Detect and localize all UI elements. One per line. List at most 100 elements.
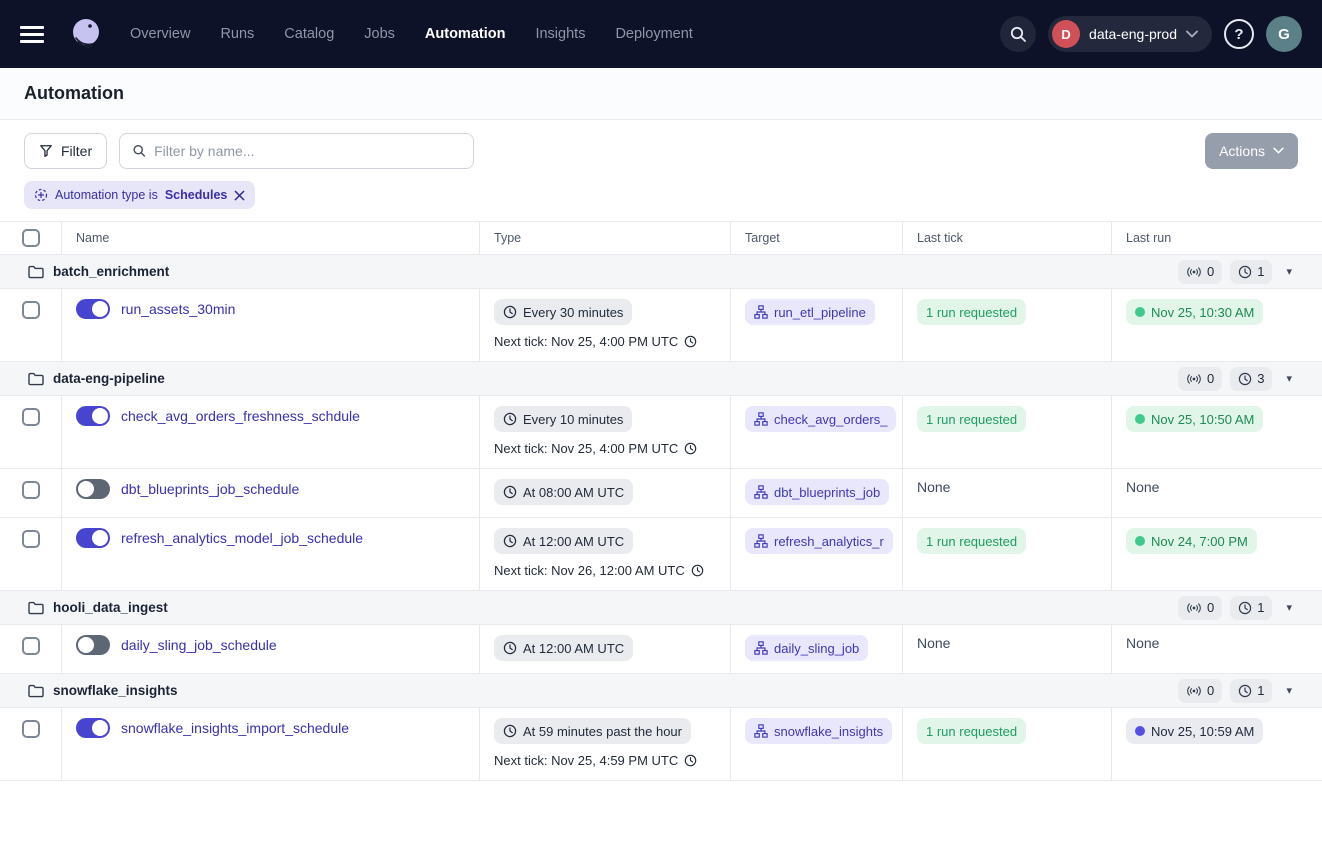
schedule-name-link[interactable]: snowflake_insights_import_schedule (121, 720, 349, 736)
group-name: snowflake_insights (53, 683, 178, 698)
schedule-toggle[interactable] (76, 299, 110, 319)
target-job-name: dbt_blueprints_job (774, 485, 880, 500)
group-row-snowflake-insights[interactable]: snowflake_insights 0 1 ▾ (0, 674, 1322, 708)
clock-icon (503, 412, 517, 426)
column-header-last-run: Last run (1112, 222, 1322, 254)
sensor-count: 0 (1207, 264, 1214, 279)
actions-button[interactable]: Actions (1205, 133, 1298, 169)
nav-item-automation[interactable]: Automation (425, 26, 506, 42)
table-row: dbt_blueprints_job_schedule At 08:00 AM … (0, 469, 1322, 518)
top-nav: Overview Runs Catalog Jobs Automation In… (0, 0, 1322, 68)
schedule-name-link[interactable]: refresh_analytics_model_job_schedule (121, 530, 363, 546)
nav-item-runs[interactable]: Runs (220, 26, 254, 42)
group-row-data-eng-pipeline[interactable]: data-eng-pipeline 0 3 ▾ (0, 362, 1322, 396)
collapse-caret-icon[interactable]: ▾ (1280, 263, 1298, 280)
collapse-caret-icon[interactable]: ▾ (1280, 599, 1298, 616)
name-filter-box (119, 133, 474, 169)
target-job-pill[interactable]: run_etl_pipeline (745, 299, 875, 325)
automation-type-filter-chip[interactable]: Automation type is Schedules (24, 181, 255, 209)
last-run-status[interactable]: Nov 25, 10:30 AM (1126, 299, 1263, 325)
select-all-checkbox[interactable] (22, 229, 40, 247)
group-name: hooli_data_ingest (53, 600, 168, 615)
schedule-toggle[interactable] (76, 528, 110, 548)
last-tick-status[interactable]: 1 run requested (917, 299, 1026, 325)
nav-item-deployment[interactable]: Deployment (615, 26, 692, 42)
schedule-interval-pill: At 12:00 AM UTC (494, 528, 633, 554)
nav-item-catalog[interactable]: Catalog (284, 26, 334, 42)
group-row-batch-enrichment[interactable]: batch_enrichment 0 1 ▾ (0, 255, 1322, 289)
group-row-hooli-data-ingest[interactable]: hooli_data_ingest 0 1 ▾ (0, 591, 1322, 625)
schedule-interval: Every 30 minutes (523, 305, 623, 320)
row-checkbox[interactable] (22, 481, 40, 499)
help-icon[interactable]: ? (1224, 19, 1254, 49)
search-icon[interactable] (1000, 16, 1036, 52)
target-job-pill[interactable]: daily_sling_job (745, 635, 868, 661)
target-job-name: snowflake_insights (774, 724, 883, 739)
nav-item-overview[interactable]: Overview (130, 26, 190, 42)
run-success-dot (1135, 536, 1145, 546)
last-tick-status[interactable]: 1 run requested (917, 528, 1026, 554)
schedule-interval-pill: At 12:00 AM UTC (494, 635, 633, 661)
active-filters-row: Automation type is Schedules (0, 181, 1322, 222)
schedule-interval: At 08:00 AM UTC (523, 485, 624, 500)
last-tick-none: None (917, 477, 950, 495)
last-tick-status[interactable]: 1 run requested (917, 406, 1026, 432)
schedule-toggle[interactable] (76, 479, 110, 499)
row-checkbox[interactable] (22, 637, 40, 655)
schedule-name-link[interactable]: daily_sling_job_schedule (121, 637, 277, 653)
menu-icon[interactable] (20, 20, 48, 48)
job-graph-icon (754, 724, 768, 738)
group-name: batch_enrichment (53, 264, 169, 279)
filter-chip-prefix: Automation type is (55, 188, 158, 202)
remove-filter-icon[interactable] (234, 190, 245, 201)
schedule-name-link[interactable]: dbt_blueprints_job_schedule (121, 481, 299, 497)
sensor-count-badge: 0 (1178, 679, 1222, 703)
table-row: snowflake_insights_import_schedule At 59… (0, 708, 1322, 781)
target-job-pill[interactable]: refresh_analytics_r (745, 528, 893, 554)
nav-item-insights[interactable]: Insights (535, 26, 585, 42)
schedule-toggle[interactable] (76, 406, 110, 426)
dagster-logo-icon[interactable] (66, 14, 106, 54)
automation-page: Overview Runs Catalog Jobs Automation In… (0, 0, 1322, 846)
row-checkbox[interactable] (22, 301, 40, 319)
workspace-name: data-eng-prod (1089, 26, 1177, 42)
row-checkbox[interactable] (22, 530, 40, 548)
target-job-pill[interactable]: snowflake_insights (745, 718, 892, 744)
last-tick-status[interactable]: 1 run requested (917, 718, 1026, 744)
schedule-toggle[interactable] (76, 635, 110, 655)
automation-icon (34, 188, 48, 202)
name-filter-input[interactable] (154, 143, 461, 159)
last-run-status[interactable]: Nov 25, 10:59 AM (1126, 718, 1263, 744)
last-run-status[interactable]: Nov 24, 7:00 PM (1126, 528, 1257, 554)
row-checkbox[interactable] (22, 408, 40, 426)
collapse-caret-icon[interactable]: ▾ (1280, 682, 1298, 699)
schedule-toggle[interactable] (76, 718, 110, 738)
collapse-caret-icon[interactable]: ▾ (1280, 370, 1298, 387)
workspace-switcher[interactable]: D data-eng-prod (1048, 16, 1212, 52)
last-run-status[interactable]: Nov 25, 10:50 AM (1126, 406, 1263, 432)
column-header-type: Type (480, 222, 731, 254)
row-checkbox[interactable] (22, 720, 40, 738)
nav-item-jobs[interactable]: Jobs (364, 26, 395, 42)
funnel-icon (39, 144, 53, 158)
schedule-name-link[interactable]: run_assets_30min (121, 301, 235, 317)
clock-icon (503, 641, 517, 655)
filter-chip-value: Schedules (165, 188, 228, 202)
last-run-time: Nov 24, 7:00 PM (1151, 534, 1248, 549)
workspace-avatar: D (1052, 20, 1080, 48)
target-job-pill[interactable]: dbt_blueprints_job (745, 479, 889, 505)
target-job-pill[interactable]: check_avg_orders_ (745, 406, 896, 432)
last-tick-none: None (917, 633, 950, 651)
clock-icon (503, 485, 517, 499)
schedule-name-link[interactable]: check_avg_orders_freshness_schdule (121, 408, 360, 424)
schedule-interval: At 12:00 AM UTC (523, 641, 624, 656)
sensor-icon (1186, 601, 1202, 615)
clock-icon (684, 442, 697, 455)
clock-icon (503, 305, 517, 319)
filter-button[interactable]: Filter (24, 133, 107, 169)
last-run-time: Nov 25, 10:50 AM (1151, 412, 1254, 427)
folder-icon (28, 265, 44, 279)
next-tick: Next tick: Nov 25, 4:59 PM UTC (494, 753, 716, 768)
folder-icon (28, 601, 44, 615)
user-avatar[interactable]: G (1266, 16, 1302, 52)
